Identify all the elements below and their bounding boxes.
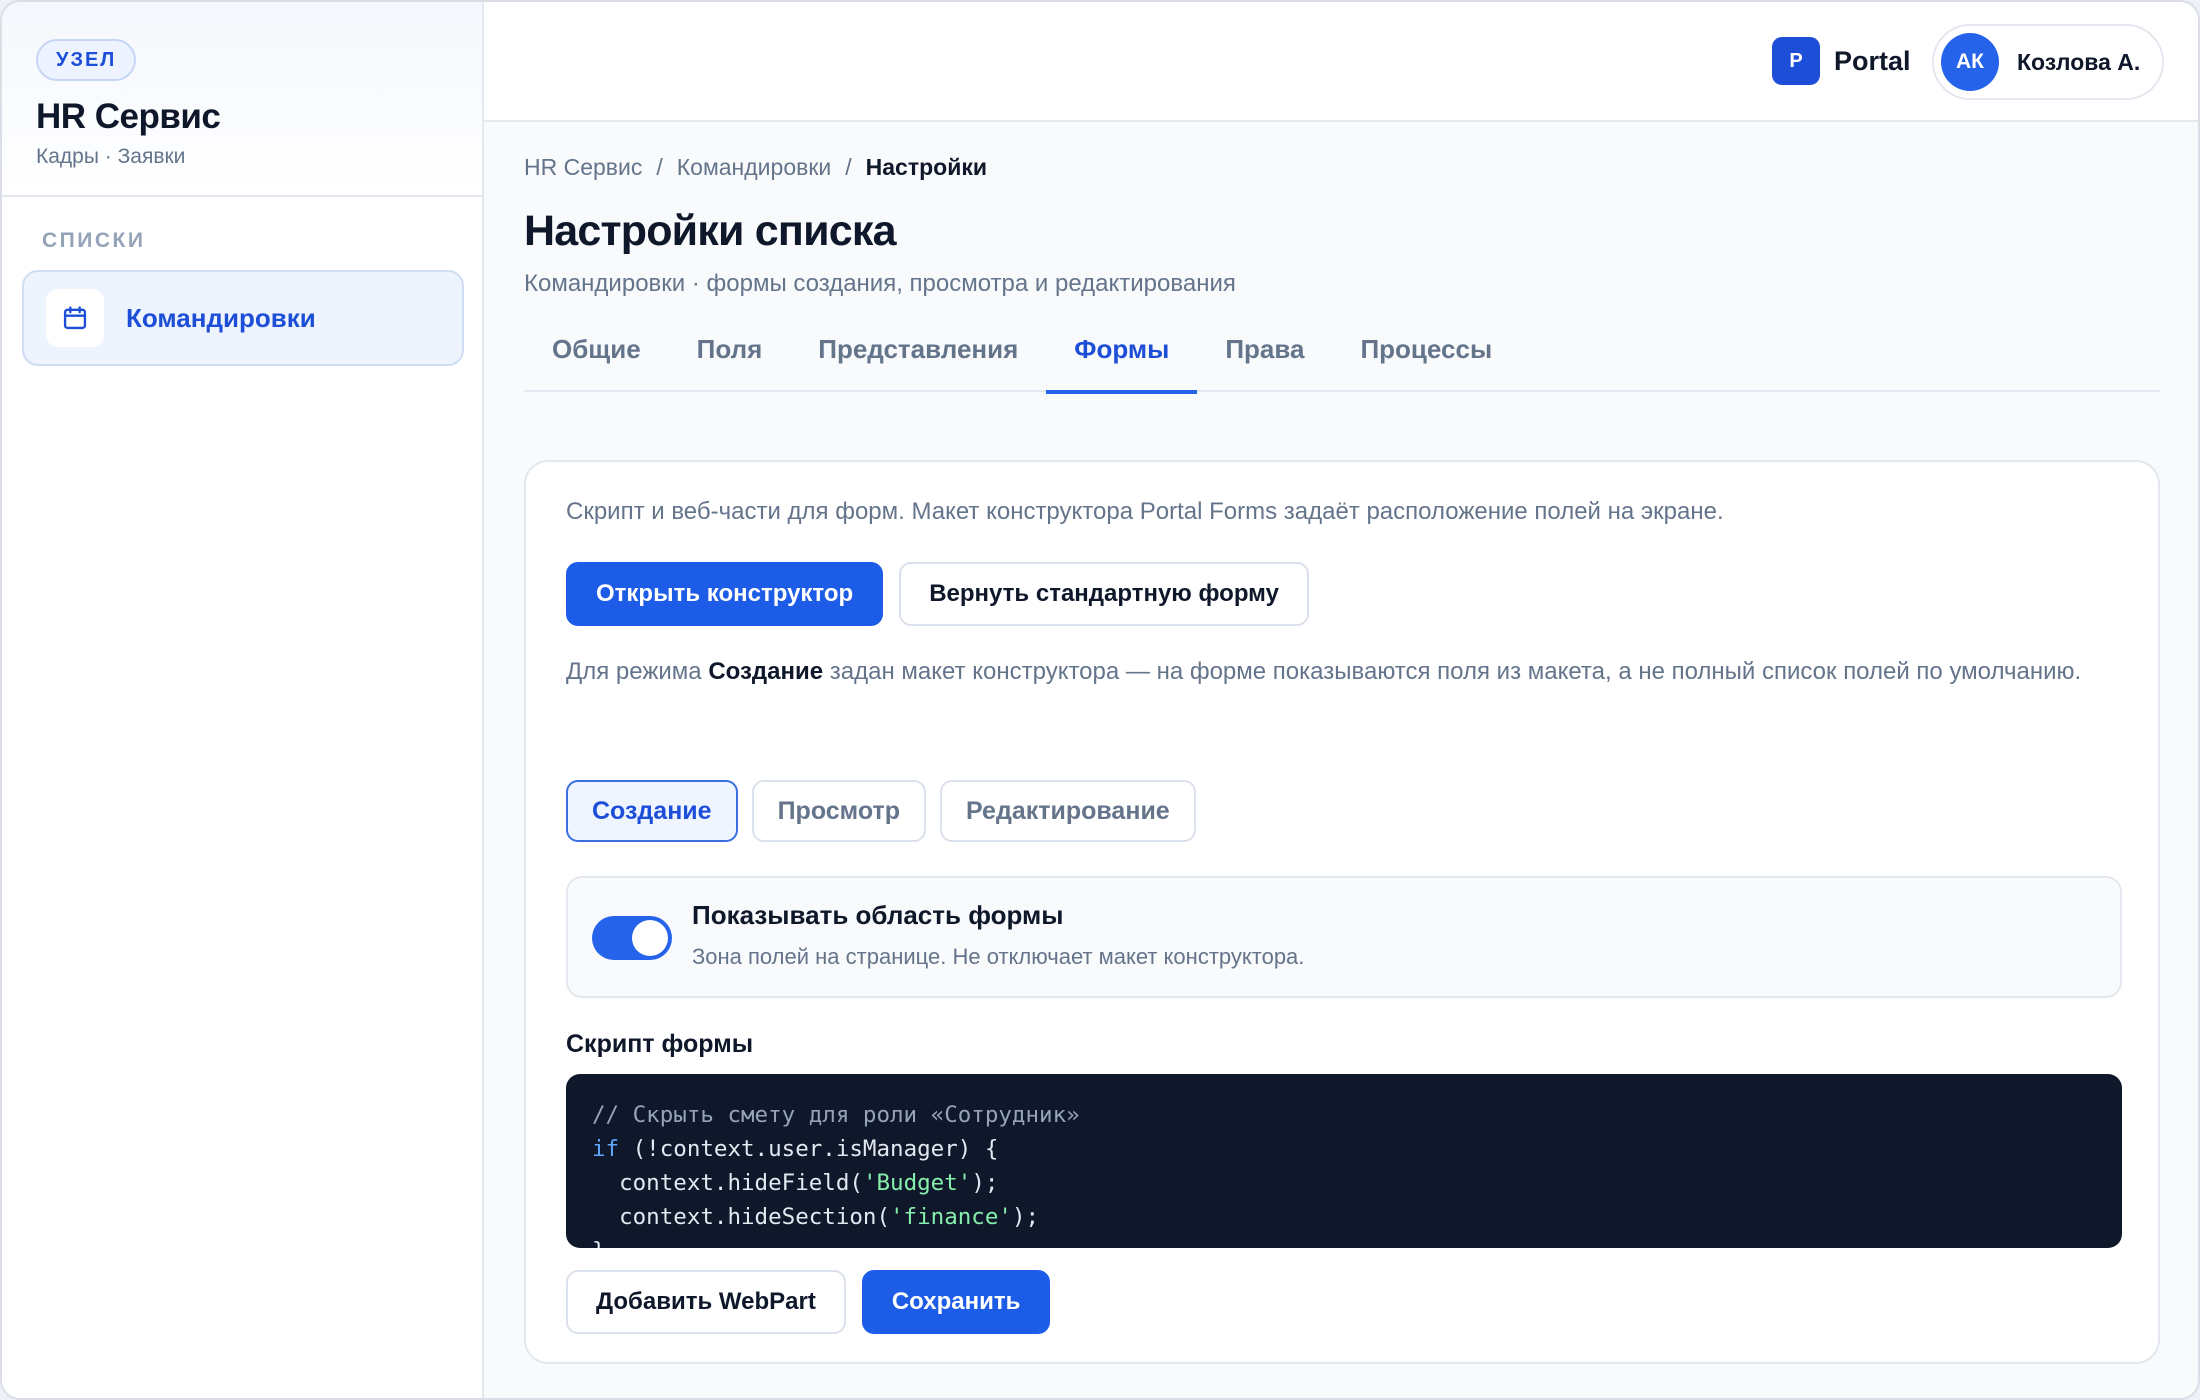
toggle-title: Показывать область формы xyxy=(692,900,1064,930)
script-label: Скрипт формы xyxy=(566,1030,754,1058)
breadcrumb-item-business-trips[interactable]: Командировки xyxy=(677,154,831,181)
portal-name: Portal xyxy=(1834,45,1911,76)
mode-note-mode: Создание xyxy=(708,658,824,685)
breadcrumb-item-current: Настройки xyxy=(865,154,987,180)
topbar: P Portal АК Козлова А. xyxy=(484,2,2198,122)
mode-view-button[interactable]: Просмотр xyxy=(751,780,926,842)
toggle-knob xyxy=(632,920,668,956)
code-text: context.hideSection( xyxy=(592,1204,891,1230)
code-text: ); xyxy=(971,1170,999,1196)
add-webpart-button[interactable]: Добавить WebPart xyxy=(566,1270,846,1334)
settings-tabs: Общие Поля Представления Формы Права Про… xyxy=(524,328,2160,394)
app-title: HR Сервис xyxy=(36,97,221,136)
code-comment: // Скрыть смету для роли «Сотрудник» xyxy=(592,1102,1080,1128)
form-actions: Добавить WebPart Сохранить xyxy=(566,1270,1051,1334)
mode-note-suffix: задан макет конструктора — на форме пока… xyxy=(829,658,2082,685)
tab-forms[interactable]: Формы xyxy=(1046,328,1198,394)
node-badge: УЗЕЛ xyxy=(36,39,137,81)
breadcrumb-separator: / xyxy=(845,154,852,180)
code-text: (!context.user.isManager) { xyxy=(619,1136,999,1162)
code-string: 'Budget' xyxy=(862,1170,972,1196)
user-name: Козлова А. xyxy=(2017,48,2141,75)
sidebar: УЗЕЛ HR Сервис Кадры · Заявки СПИСКИ Ком… xyxy=(2,2,484,1398)
code-text: context.hideField( xyxy=(592,1170,863,1196)
breadcrumb-item-hr-service[interactable]: HR Сервис xyxy=(524,154,642,181)
portal-link[interactable]: P Portal xyxy=(1772,37,1911,85)
sidebar-section-label: СПИСКИ xyxy=(42,229,146,252)
form-script-editor[interactable]: // Скрыть смету для роли «Сотрудник» if … xyxy=(566,1074,2122,1248)
sidebar-item-label: Командировки xyxy=(126,302,316,333)
forms-description: Скрипт и веб-части для форм. Макет конст… xyxy=(566,498,1724,525)
tab-general[interactable]: Общие xyxy=(524,328,669,392)
toggle-description: Зона полей на странице. Не отключает мак… xyxy=(692,944,1305,969)
main-content: HR Сервис / Командировки / Настройки Нас… xyxy=(524,122,2160,1364)
code-text: ); xyxy=(1011,1204,1040,1230)
tab-views[interactable]: Представления xyxy=(790,328,1046,392)
breadcrumb-separator: / xyxy=(656,154,663,180)
mode-note: Для режима Создание задан макет конструк… xyxy=(566,654,2106,690)
sidebar-header: УЗЕЛ HR Сервис Кадры · Заявки xyxy=(2,2,482,197)
tab-fields[interactable]: Поля xyxy=(669,328,791,392)
page-title: Настройки списка xyxy=(524,207,896,255)
code-text: } xyxy=(592,1238,606,1248)
calendar-icon xyxy=(46,289,104,347)
breadcrumb: HR Сервис / Командировки / Настройки xyxy=(524,154,2160,181)
open-designer-button[interactable]: Открыть конструктор xyxy=(566,562,884,626)
portal-logo: P xyxy=(1772,37,1820,85)
designer-actions: Открыть конструктор Вернуть стандартную … xyxy=(566,562,1309,626)
mode-edit-button[interactable]: Редактирование xyxy=(940,780,1196,842)
show-form-area-setting: Показывать область формы Зона полей на с… xyxy=(566,876,2122,998)
mode-create-button[interactable]: Создание xyxy=(566,780,738,842)
sidebar-item-business-trips[interactable]: Командировки xyxy=(22,270,464,366)
user-menu[interactable]: АК Козлова А. xyxy=(1932,24,2164,100)
code-string: 'finance' xyxy=(890,1204,1012,1230)
show-form-area-toggle[interactable] xyxy=(592,916,672,960)
page-subtitle: Командировки · формы создания, просмотра… xyxy=(524,270,1236,297)
code-keyword: if xyxy=(592,1136,620,1162)
tab-workflows[interactable]: Процессы xyxy=(1332,328,1520,392)
form-mode-selector: Создание Просмотр Редактирование xyxy=(566,780,1196,842)
mode-note-prefix: Для режима xyxy=(566,658,702,685)
forms-settings-card: Скрипт и веб-части для форм. Макет конст… xyxy=(524,460,2160,1364)
app-subtitle: Кадры · Заявки xyxy=(36,145,186,168)
app-window: УЗЕЛ HR Сервис Кадры · Заявки СПИСКИ Ком… xyxy=(0,0,2200,1400)
tab-permissions[interactable]: Права xyxy=(1197,328,1332,392)
reset-form-button[interactable]: Вернуть стандартную форму xyxy=(899,562,1309,626)
save-button[interactable]: Сохранить xyxy=(861,1270,1051,1334)
avatar: АК xyxy=(1941,33,1999,91)
